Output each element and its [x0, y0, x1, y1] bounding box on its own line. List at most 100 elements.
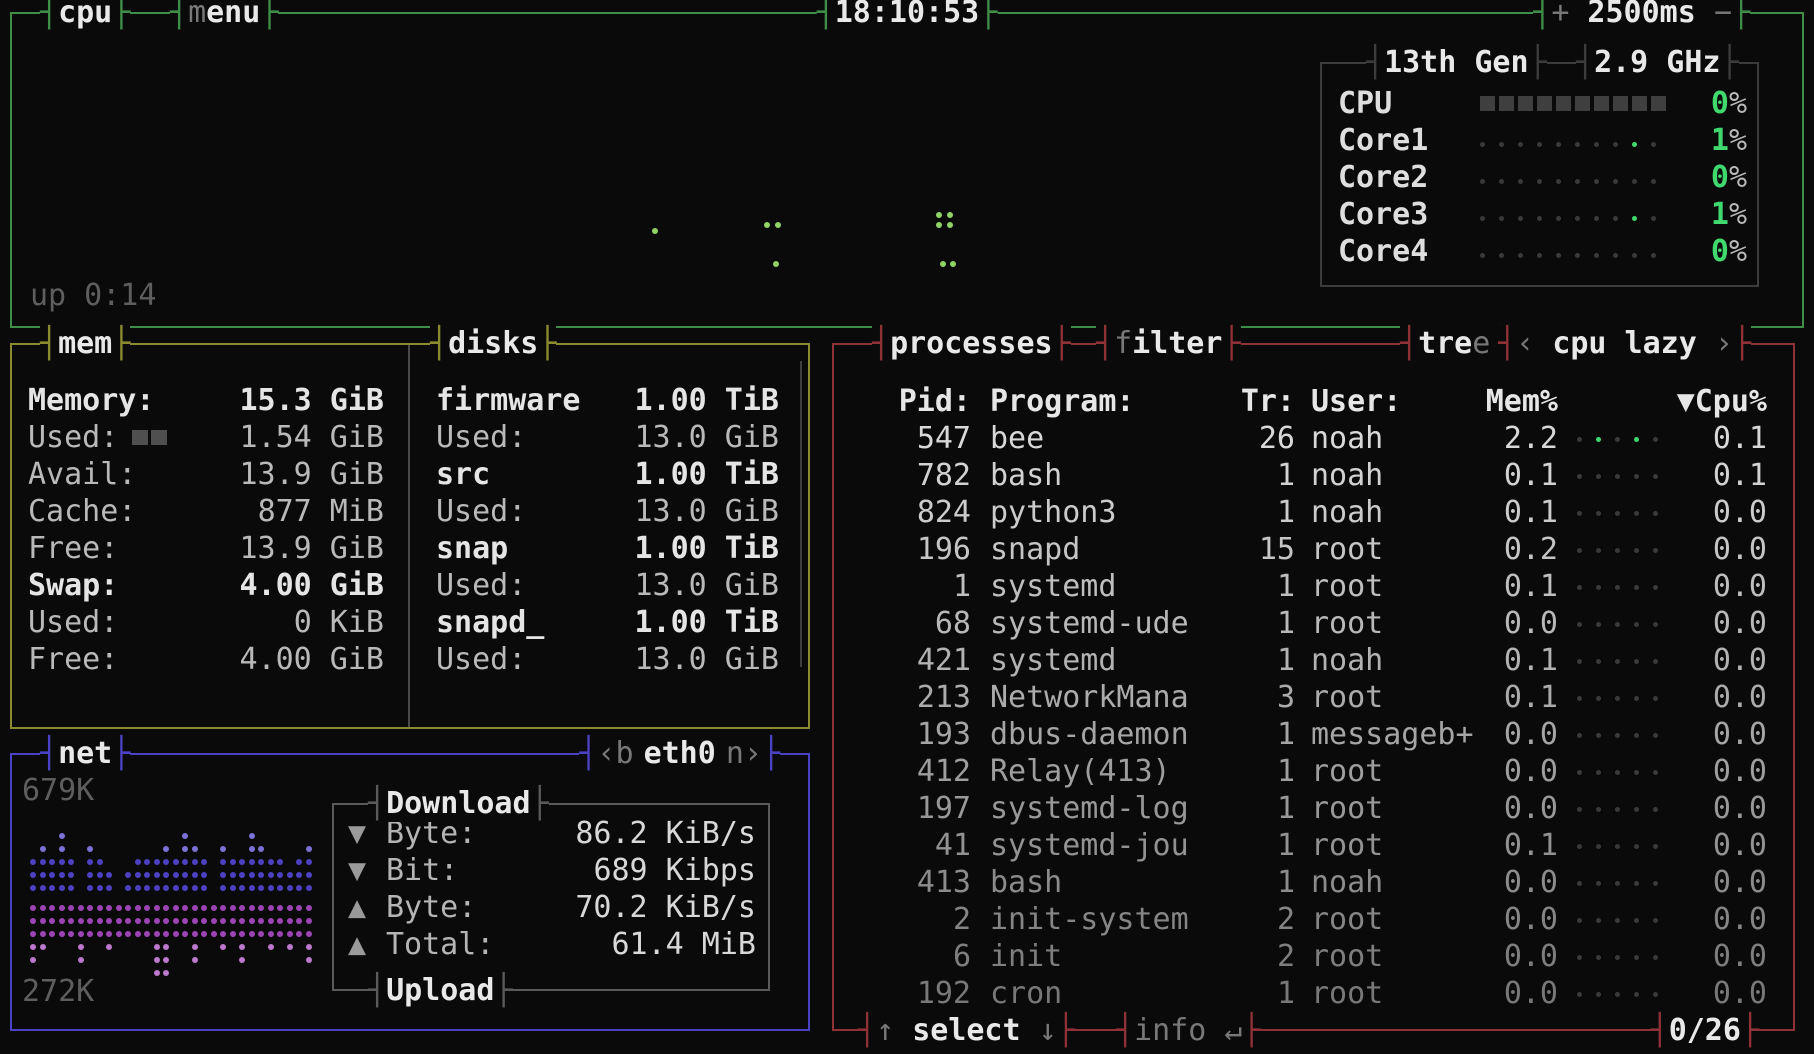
- graph-dot: [230, 931, 236, 937]
- graph-dot: [144, 905, 150, 911]
- column-header-program[interactable]: Program:: [990, 383, 1135, 420]
- processes-panel-title[interactable]: processes: [872, 325, 1071, 362]
- graph-dot: [87, 885, 93, 891]
- cpu-panel-title[interactable]: cpu: [40, 0, 130, 31]
- process-name: systemd-log: [990, 790, 1189, 827]
- process-row[interactable]: 196 snapd 15 root 0.2 0.0: [834, 531, 1793, 568]
- graph-dot: [163, 944, 169, 950]
- process-user: root: [1311, 901, 1383, 938]
- select-control: ↑ select ↓: [858, 1012, 1075, 1049]
- interval-value: 2500ms: [1569, 0, 1714, 30]
- column-header-pid[interactable]: Pid:: [854, 383, 971, 420]
- stat-label: Used:: [436, 493, 526, 530]
- process-cpu-graph-dot: [1577, 696, 1582, 701]
- cpu-core-row: Core3 1%: [1338, 196, 1747, 233]
- process-cpu-graph-dot: [1596, 918, 1601, 923]
- process-mem: 0.1: [1458, 457, 1558, 494]
- process-cpu-graph-dot: [1577, 844, 1582, 849]
- process-row[interactable]: 1 systemd 1 root 0.1 0.0: [834, 568, 1793, 605]
- meter-dot: [1594, 179, 1599, 184]
- graph-dot: [125, 905, 131, 911]
- core-meter: [1480, 122, 1680, 159]
- graph-dot: [192, 846, 198, 852]
- graph-dot: [192, 872, 198, 878]
- process-cpu-graph-dot: [1653, 548, 1658, 553]
- process-mem: 0.0: [1458, 716, 1558, 753]
- graph-dot: [49, 918, 55, 924]
- meter-dot: [1518, 253, 1523, 258]
- process-cpu-graph-dot: [1577, 548, 1582, 553]
- process-row[interactable]: 192 cron 1 root 0.0 0.0: [834, 975, 1793, 1012]
- process-row[interactable]: 824 python3 1 noah 0.1 0.0: [834, 494, 1793, 531]
- graph-dot: [182, 846, 188, 852]
- column-header-user[interactable]: User:: [1311, 383, 1401, 420]
- interval-decrease-button[interactable]: −: [1714, 0, 1732, 30]
- stat-row: Cache: 877 MiB: [28, 493, 384, 530]
- process-row[interactable]: 413 bash 1 noah 0.0 0.0: [834, 864, 1793, 901]
- graph-dot: [78, 931, 84, 937]
- interval-increase-button[interactable]: +: [1551, 0, 1569, 30]
- process-row[interactable]: 782 bash 1 noah 0.1 0.1: [834, 457, 1793, 494]
- process-row[interactable]: 421 systemd 1 noah 0.1 0.0: [834, 642, 1793, 679]
- graph-dot: [230, 918, 236, 924]
- process-row[interactable]: 412 Relay(413) 1 root 0.0 0.0: [834, 753, 1793, 790]
- process-name: systemd: [990, 642, 1116, 679]
- process-row[interactable]: 547 bee 26 noah 2.2 0.1: [834, 420, 1793, 457]
- process-row[interactable]: 41 systemd-jou 1 root 0.1 0.0: [834, 827, 1793, 864]
- core-meter: [1480, 196, 1680, 233]
- graph-dot: [306, 931, 312, 937]
- disks-scrollbar[interactable]: [800, 361, 802, 667]
- select-down-button[interactable]: ↓: [1021, 1013, 1057, 1048]
- process-row[interactable]: 193 dbus-daemon 1 messageb+ 0.0 0.0: [834, 716, 1793, 753]
- column-header-cpu[interactable]: ▼Cpu%: [1667, 383, 1767, 420]
- process-row[interactable]: 197 systemd-log 1 root 0.0 0.0: [834, 790, 1793, 827]
- filter-button[interactable]: filter: [1096, 325, 1241, 362]
- info-button[interactable]: info ↵: [1116, 1012, 1261, 1049]
- graph-dot: [40, 918, 46, 924]
- process-threads: 1: [1195, 605, 1295, 642]
- interface-prev-button[interactable]: ‹b: [597, 736, 633, 771]
- memory-panel-title[interactable]: mem: [40, 325, 130, 362]
- interface-next-button[interactable]: n›: [726, 736, 762, 771]
- graph-dot: [296, 872, 302, 878]
- graph-dot: [764, 222, 770, 228]
- column-header-mem[interactable]: Mem%: [1458, 383, 1558, 420]
- graph-dot: [192, 885, 198, 891]
- graph-dot: [192, 931, 198, 937]
- graph-dot: [163, 970, 169, 976]
- stat-label: src: [436, 456, 490, 493]
- menu-button[interactable]: menu: [170, 0, 278, 31]
- graph-dot: [268, 872, 274, 878]
- graph-dot: [268, 918, 274, 924]
- select-button[interactable]: select: [912, 1013, 1020, 1048]
- graph-dot: [258, 872, 264, 878]
- process-cpu-graph-dot: [1634, 955, 1639, 960]
- direction-arrow-icon: ▲: [348, 889, 366, 926]
- process-cpu: 0.0: [1667, 716, 1767, 753]
- graph-dot: [220, 885, 226, 891]
- graph-dot: [239, 905, 245, 911]
- tree-button[interactable]: tree: [1400, 325, 1508, 362]
- disks-panel-title[interactable]: disks: [430, 325, 556, 362]
- process-row[interactable]: 6 init 2 root 0.0 0.0: [834, 938, 1793, 975]
- process-threads: 1: [1195, 753, 1295, 790]
- graph-dot: [296, 859, 302, 865]
- select-up-button[interactable]: ↑: [876, 1013, 912, 1048]
- sort-prev-button[interactable]: ‹: [1516, 326, 1552, 361]
- process-row[interactable]: 2 init-system 2 root 0.0 0.0: [834, 901, 1793, 938]
- sort-next-button[interactable]: ›: [1697, 326, 1733, 361]
- graph-dot: [306, 859, 312, 865]
- stat-value: 1.00 TiB: [635, 530, 780, 567]
- network-panel-title[interactable]: net: [40, 735, 130, 772]
- process-row[interactable]: 213 NetworkMana 3 root 0.1 0.0: [834, 679, 1793, 716]
- direction-arrow-icon: ▼: [348, 815, 366, 852]
- meter-dot: [1594, 216, 1599, 221]
- meter-dot: [1480, 142, 1485, 147]
- process-cpu-graph-dot: [1634, 992, 1639, 997]
- column-header-threads[interactable]: Tr:: [1195, 383, 1295, 420]
- process-cpu-graph-dot: [1615, 881, 1620, 886]
- process-cpu-graph-dot: [1596, 659, 1601, 664]
- process-pid: 193: [854, 716, 971, 753]
- process-row[interactable]: 68 systemd-ude 1 root 0.0 0.0: [834, 605, 1793, 642]
- meter-dot: [1518, 179, 1523, 184]
